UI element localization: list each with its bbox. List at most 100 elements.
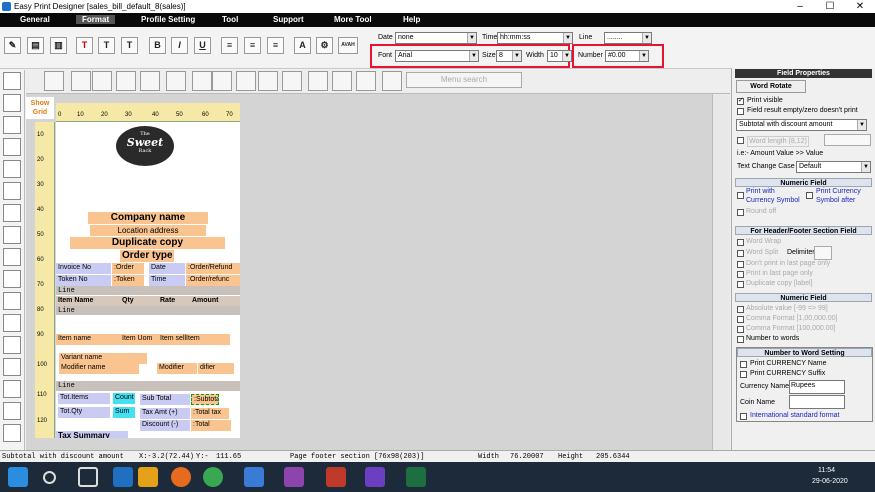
print-icon[interactable] <box>44 71 64 91</box>
print-currency-after-checkbox[interactable] <box>806 192 813 199</box>
ie-icon[interactable] <box>113 467 133 487</box>
sweet-rack-logo[interactable]: The Sweet Rack <box>116 126 174 166</box>
word-length-input[interactable] <box>824 134 871 146</box>
preview-icon[interactable] <box>3 72 21 90</box>
tools-icon[interactable] <box>3 424 21 442</box>
modifier-name-field[interactable]: Modifier name <box>59 363 139 374</box>
size-select[interactable]: 8 ▼ <box>496 50 522 62</box>
plus-icon[interactable] <box>192 71 212 91</box>
order-type-field[interactable]: Order type <box>120 250 174 262</box>
order-refund-2-field[interactable]: :Order/refunc <box>186 275 240 286</box>
date-label-field[interactable]: Date <box>149 263 185 274</box>
time-select[interactable]: hh:mm:ss ▼ <box>497 32 573 44</box>
invoice-no-label[interactable]: Invoice No <box>56 263 111 274</box>
export-icon[interactable] <box>382 71 402 91</box>
line-separator[interactable]: Line <box>56 381 240 391</box>
firefox-icon[interactable] <box>171 467 191 487</box>
dots-icon[interactable] <box>3 182 21 200</box>
menu-format[interactable]: Format <box>76 15 116 24</box>
print-currency-name-checkbox[interactable] <box>740 361 747 368</box>
sub-total-label[interactable]: Sub Total <box>140 394 190 405</box>
draw-icon[interactable] <box>3 160 21 178</box>
clock-icon[interactable] <box>3 358 21 376</box>
print-currency-suffix-checkbox[interactable] <box>740 371 747 378</box>
settings-icon[interactable]: ⚙ <box>316 37 333 54</box>
total-field[interactable]: :Total <box>191 420 231 431</box>
count-field[interactable]: Count <box>113 393 135 404</box>
print-with-currency-checkbox[interactable] <box>737 192 744 199</box>
underline-button[interactable]: U <box>194 37 211 54</box>
number-to-words-checkbox[interactable] <box>737 336 744 343</box>
international-format-checkbox[interactable] <box>740 413 747 420</box>
discount-label[interactable]: Discount (-) <box>140 420 190 431</box>
format-painter-icon[interactable]: A <box>294 37 311 54</box>
font-select[interactable]: Arial ▼ <box>395 50 479 62</box>
show-grid-toggle[interactable]: Show Grid <box>26 97 54 119</box>
field-empty-checkbox[interactable] <box>737 108 744 115</box>
italic-button[interactable]: I <box>171 37 188 54</box>
grid-icon[interactable] <box>3 402 21 420</box>
duplicate-copy-field[interactable]: Duplicate copy <box>70 237 225 249</box>
menu-search-input[interactable]: Menu search <box>406 72 522 88</box>
tax-summary-field[interactable]: Tax Summary <box>56 431 128 438</box>
align-right-icon[interactable]: ≡ <box>267 37 284 54</box>
maximize-icon[interactable]: ☐ <box>815 0 845 13</box>
width-select[interactable]: 10 ▼ <box>547 50 572 62</box>
barcode-icon[interactable] <box>3 292 21 310</box>
round-off-checkbox[interactable] <box>737 209 744 216</box>
close-icon[interactable]: ✕ <box>845 0 875 13</box>
rectangle-icon[interactable] <box>3 204 21 222</box>
token-field[interactable]: :Token <box>112 275 144 286</box>
table-icon[interactable] <box>3 336 21 354</box>
time-label-field[interactable]: Time <box>149 275 185 286</box>
absolute-checkbox[interactable] <box>737 306 744 313</box>
column-icon[interactable]: ▥ <box>50 37 67 54</box>
menu-tool[interactable]: Tool <box>222 15 238 24</box>
cloud2-icon[interactable] <box>236 71 256 91</box>
easy-print-designer-icon[interactable] <box>365 467 385 487</box>
line-separator[interactable]: Line <box>56 286 240 295</box>
align-top-icon[interactable]: ▤ <box>27 37 44 54</box>
minimize-icon[interactable]: – <box>785 0 815 13</box>
dont-print-last-checkbox[interactable] <box>737 261 744 268</box>
line-separator[interactable]: Line <box>56 306 240 315</box>
edit-icon[interactable] <box>3 226 21 244</box>
item-name-field[interactable]: Item name <box>56 334 120 345</box>
menu-help[interactable]: Help <box>403 15 420 24</box>
pencil-icon[interactable] <box>3 138 21 156</box>
number-select[interactable]: #0.00 ▼ <box>605 50 649 62</box>
eraser-icon[interactable] <box>258 71 278 91</box>
coin-name-input[interactable] <box>789 395 845 409</box>
delimiter-input[interactable] <box>814 246 832 260</box>
camera-icon[interactable] <box>140 71 160 91</box>
token-no-label[interactable]: Token No <box>56 275 111 286</box>
currency-name-input[interactable]: Rupees <box>789 380 845 394</box>
item-sell-field[interactable]: Item sellItem <box>158 334 230 345</box>
comma-format-2-checkbox[interactable] <box>737 326 744 333</box>
text-down-icon[interactable]: T <box>121 37 138 54</box>
file-explorer-icon[interactable] <box>138 467 158 487</box>
note-icon[interactable] <box>3 248 21 266</box>
textbox-icon[interactable] <box>3 116 21 134</box>
delete-icon[interactable] <box>92 71 112 91</box>
report-paper[interactable]: The Sweet Rack Company name Location add… <box>56 122 240 438</box>
field-select[interactable]: Subtotal with discount amount ▼ <box>736 119 867 131</box>
special-button[interactable]: AVAH <box>338 37 358 54</box>
total-tax-field[interactable]: :Total tax <box>191 408 229 419</box>
cloud-icon[interactable] <box>212 71 232 91</box>
word-rotate-button[interactable]: Word Rotate <box>736 80 806 93</box>
tot-qty-label[interactable]: Tot.Qty <box>58 407 110 418</box>
line-select[interactable]: ........ ▼ <box>604 32 652 44</box>
comma-format-1-checkbox[interactable] <box>737 316 744 323</box>
align-left-icon[interactable]: ≡ <box>221 37 238 54</box>
company-name-field[interactable]: Company name <box>88 212 208 224</box>
order-field[interactable]: :Order <box>112 263 144 274</box>
duplicate-copy-checkbox[interactable] <box>737 281 744 288</box>
print-visible-checkbox[interactable] <box>737 96 744 105</box>
text-strike-icon[interactable]: T <box>76 37 93 54</box>
word-length-checkbox[interactable] <box>737 137 744 144</box>
pencil2-icon[interactable] <box>282 71 302 91</box>
font-icon[interactable] <box>116 71 136 91</box>
winrar-icon[interactable] <box>284 467 304 487</box>
location-field[interactable]: Location address <box>90 225 206 236</box>
